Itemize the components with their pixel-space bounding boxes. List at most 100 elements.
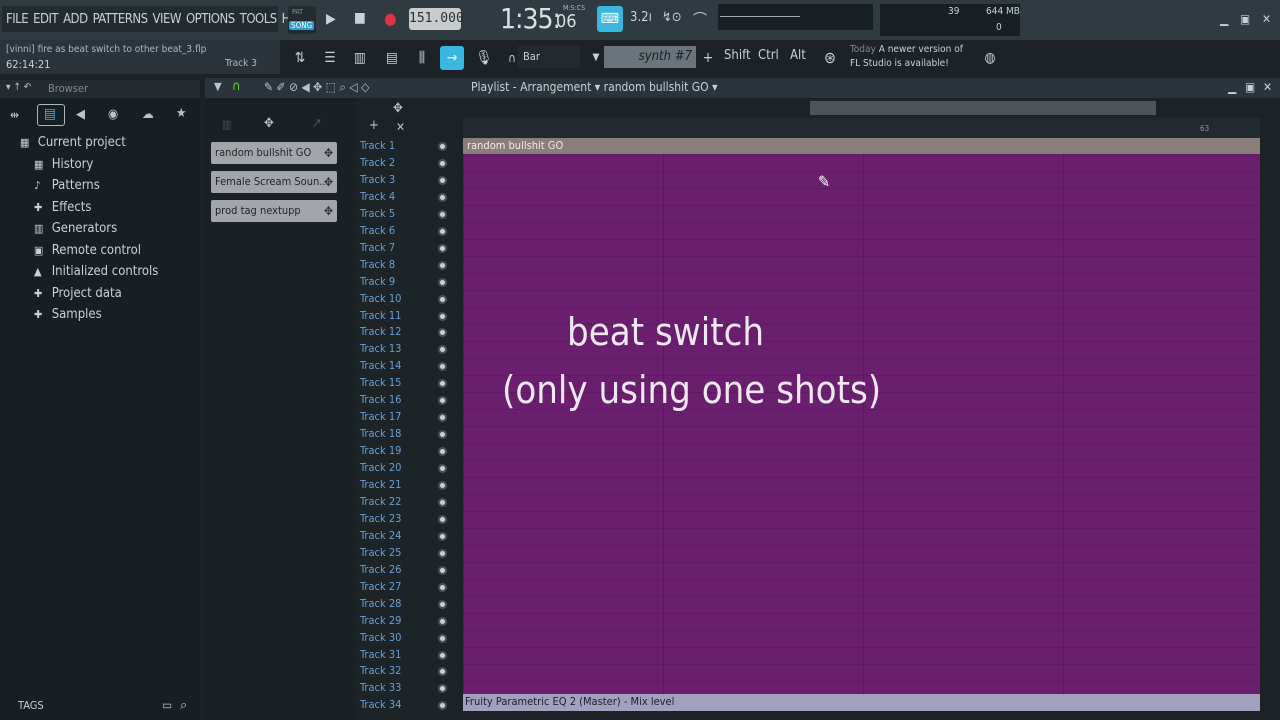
- search-icon[interactable]: ⌕: [180, 698, 187, 713]
- track-label[interactable]: Track 2: [360, 156, 395, 169]
- track-label[interactable]: Track 9: [360, 275, 395, 288]
- stop-icon[interactable]: ■: [354, 10, 366, 26]
- track-label[interactable]: Track 16: [360, 393, 401, 406]
- playlist-maximize-icon[interactable]: ▣: [1245, 80, 1255, 94]
- track-mute-icon[interactable]: [438, 633, 447, 643]
- playlist-grid[interactable]: [463, 154, 1260, 694]
- instrument-select[interactable]: synth #7: [604, 46, 696, 68]
- track-label[interactable]: Track 24: [360, 529, 401, 542]
- track-mute-icon[interactable]: [438, 582, 447, 592]
- piano-roll-icon[interactable]: ▥: [348, 46, 372, 70]
- channel-rack-icon[interactable]: ☰: [318, 46, 342, 70]
- track-mute-icon[interactable]: [438, 531, 447, 541]
- browser-item-samples[interactable]: ✚ Samples: [34, 307, 102, 322]
- menu-patterns[interactable]: PATTERNS: [93, 12, 148, 27]
- track-mute-icon[interactable]: [438, 599, 447, 609]
- track-label[interactable]: Track 29: [360, 614, 401, 627]
- clip-item[interactable]: random bullshit GO ✥: [211, 142, 337, 164]
- star-icon[interactable]: ★: [176, 106, 187, 121]
- track-label[interactable]: Track 17: [360, 410, 401, 423]
- maximize-icon[interactable]: ▣: [1240, 12, 1250, 26]
- tools-icon[interactable]: ✎ ✐ ⊘ ◀ ✥ ⬚ ⌕ ◁ ◇: [264, 80, 369, 95]
- typing-keyboard-icon[interactable]: ⌨: [597, 6, 623, 32]
- track-label[interactable]: Track 8: [360, 258, 395, 271]
- clip-item[interactable]: prod tag nextupp ✥: [211, 200, 337, 222]
- track-label[interactable]: Track 15: [360, 376, 401, 389]
- track-mute-icon[interactable]: [438, 616, 447, 626]
- automation-clip[interactable]: Fruity Parametric EQ 2 (Master) - Mix le…: [463, 694, 1260, 711]
- picker-tab-audio[interactable]: ✥: [264, 116, 274, 131]
- track-label[interactable]: Track 25: [360, 546, 401, 559]
- track-label[interactable]: Track 4: [360, 190, 395, 203]
- track-label[interactable]: Track 20: [360, 461, 401, 474]
- track-label[interactable]: Track 18: [360, 427, 401, 440]
- zoom-icon[interactable]: ✥: [393, 101, 403, 116]
- menu-add[interactable]: ADD: [63, 12, 88, 27]
- track-mute-icon[interactable]: [438, 209, 447, 219]
- play-icon[interactable]: ▶: [326, 11, 336, 27]
- mixer-icon[interactable]: ▤: [380, 46, 404, 70]
- track-label[interactable]: Track 30: [360, 631, 401, 644]
- browser-item-project-data[interactable]: ✚ Project data: [34, 286, 122, 301]
- snap-select[interactable]: Bar: [518, 46, 580, 68]
- online-news-icon[interactable]: ⊛: [818, 46, 842, 70]
- plugin-picker-icon[interactable]: ⫼: [410, 46, 434, 70]
- track-label[interactable]: Track 11: [360, 309, 401, 322]
- add-icon[interactable]: +: [696, 46, 720, 70]
- menu-file[interactable]: FILE: [6, 12, 29, 27]
- playlist-minimize-icon[interactable]: ▁: [1228, 80, 1236, 94]
- close-icon[interactable]: ✕: [1262, 12, 1271, 26]
- track-label[interactable]: Track 5: [360, 207, 395, 220]
- track-mute-icon[interactable]: [438, 311, 447, 321]
- track-mute-icon[interactable]: [438, 497, 447, 507]
- track-mute-icon[interactable]: [438, 277, 447, 287]
- track-mute-icon[interactable]: [438, 226, 447, 236]
- track-mute-icon[interactable]: [438, 514, 447, 524]
- globe-icon[interactable]: ◍: [978, 46, 1002, 70]
- menu-options[interactable]: OPTIONS: [186, 12, 235, 27]
- pattern-block[interactable]: random bullshit GO: [463, 138, 1260, 154]
- track-label[interactable]: Track 3: [360, 173, 395, 186]
- track-label[interactable]: Track 33: [360, 681, 401, 694]
- track-label[interactable]: Track 28: [360, 597, 401, 610]
- browser-item-generators[interactable]: ▥ Generators: [34, 221, 117, 236]
- track-label[interactable]: Track 10: [360, 292, 401, 305]
- clip-item[interactable]: Female Scream Soun... ✥: [211, 171, 337, 193]
- browser-item-history[interactable]: ▦ History: [34, 157, 93, 172]
- speaker-icon[interactable]: ◀: [76, 107, 85, 122]
- track-mute-icon[interactable]: [438, 464, 447, 474]
- playlist-menu-icon[interactable]: ▼: [214, 80, 222, 93]
- news-line-1[interactable]: Today A newer version of: [850, 44, 963, 55]
- all-icon[interactable]: ⇹: [10, 108, 19, 122]
- folder-icon[interactable]: ▭: [162, 698, 172, 712]
- track-label[interactable]: Track 31: [360, 648, 401, 661]
- track-mute-icon[interactable]: [438, 548, 447, 558]
- ctrl-key[interactable]: Ctrl: [758, 48, 779, 63]
- microphone-icon[interactable]: 🎙: [472, 46, 496, 70]
- browser-item-current-project[interactable]: ▦ Current project: [20, 135, 126, 150]
- menu-tools[interactable]: TOOLS: [240, 12, 278, 27]
- browser-item-remote-control[interactable]: ▣ Remote control: [34, 243, 141, 258]
- blend-notes-icon[interactable]: ↯⊙: [662, 10, 682, 25]
- track-label[interactable]: Track 26: [360, 563, 401, 576]
- track-label[interactable]: Track 34: [360, 698, 401, 711]
- track-label[interactable]: Track 23: [360, 512, 401, 525]
- track-label[interactable]: Track 7: [360, 241, 395, 254]
- track-mute-icon[interactable]: [438, 294, 447, 304]
- track-mute-icon[interactable]: [438, 260, 447, 270]
- alt-key[interactable]: Alt: [790, 48, 806, 63]
- track-label[interactable]: Track 1: [360, 139, 395, 152]
- track-label[interactable]: Track 19: [360, 444, 401, 457]
- playlist-icon[interactable]: ⇅: [288, 46, 312, 70]
- minimize-icon[interactable]: ▁: [1220, 12, 1228, 26]
- track-label[interactable]: Track 21: [360, 478, 401, 491]
- playlist-pattern-name[interactable]: random bullshit GO: [604, 80, 709, 94]
- step-edit-icon[interactable]: 3.2ı: [630, 10, 652, 25]
- track-mute-icon[interactable]: [438, 650, 447, 660]
- song-time-display[interactable]: 1:35:: [500, 2, 561, 35]
- menu-edit[interactable]: EDIT: [33, 12, 58, 27]
- track-mute-icon[interactable]: [438, 565, 447, 575]
- track-mute-icon[interactable]: [438, 142, 447, 151]
- track-mute-icon[interactable]: [438, 175, 447, 185]
- track-label[interactable]: Track 12: [360, 325, 401, 338]
